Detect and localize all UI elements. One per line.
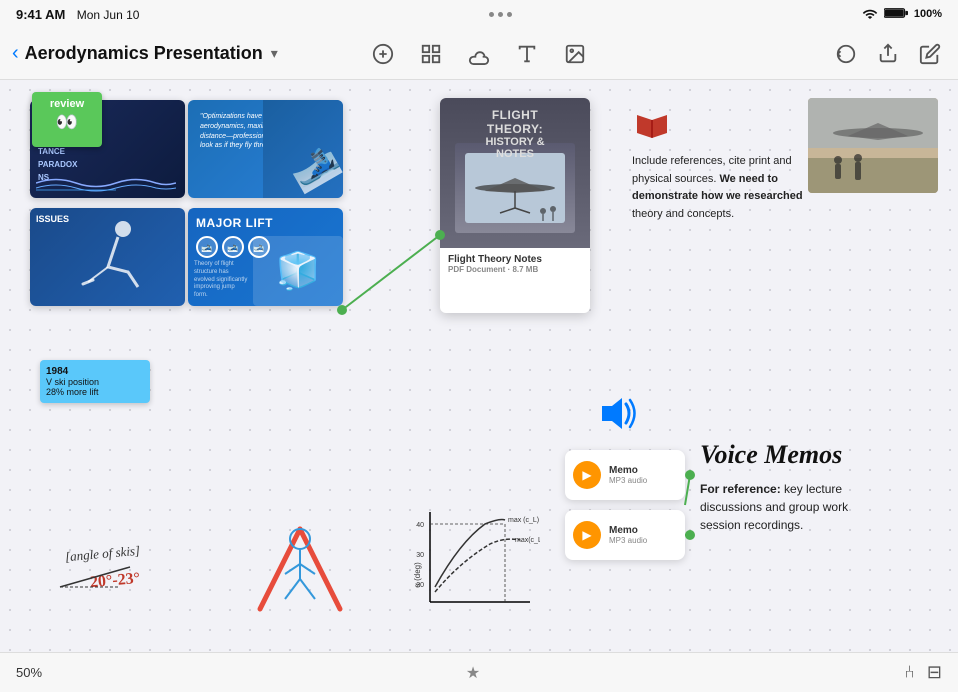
- bottom-right-icons: ⑃ ⊟: [904, 662, 942, 683]
- ski-jumper-icon: [68, 217, 148, 297]
- svg-text:30: 30: [416, 552, 424, 559]
- sticky-review[interactable]: review 👀: [32, 92, 102, 147]
- hierarchy-icon[interactable]: ⑃: [904, 662, 915, 683]
- ref-text: Include references, cite print and physi…: [632, 153, 808, 223]
- glider-svg: [465, 153, 565, 223]
- bottom-bar: 50% ★ ⑃ ⊟: [0, 652, 958, 692]
- memo2-info: Memo MP3 audio: [609, 525, 647, 545]
- back-button[interactable]: ‹: [12, 42, 19, 65]
- status-center: [489, 12, 512, 17]
- battery-icon: [884, 7, 908, 22]
- toolbar-left: ‹ Aerodynamics Presentation ▾: [12, 42, 318, 65]
- angle-graph: α (deg) 40 30 20 max (c_L) max(c_L/c_D): [410, 502, 540, 632]
- voice-memos-title: Voice Memos: [700, 440, 842, 470]
- title-chevron-icon[interactable]: ▾: [271, 45, 278, 62]
- memo-card-1[interactable]: ▶ Memo MP3 audio: [565, 450, 685, 500]
- voice-memos-description: For reference: key lecture discussions a…: [700, 480, 890, 534]
- status-bar: 9:41 AM Mon Jun 10 100%: [0, 0, 958, 28]
- memo-card-2[interactable]: ▶ Memo MP3 audio: [565, 510, 685, 560]
- speaker-icon: [600, 396, 640, 439]
- wifi-icon: [862, 7, 878, 22]
- slide4-content: MAJOR LIFT 🎿 🎿 🎿 🧊 Theory of flight stru…: [188, 208, 343, 306]
- memo1-play-button[interactable]: ▶: [573, 461, 601, 489]
- cloud-upload-button[interactable]: [463, 38, 495, 70]
- glider-photo: [808, 98, 938, 193]
- status-time-date: 9:41 AM Mon Jun 10: [16, 7, 139, 22]
- toolbar-right: [640, 38, 946, 70]
- share-button[interactable]: [872, 38, 904, 70]
- flight-theory-cover: FLIGHT THEORY: HISTORY & NOTES: [440, 98, 590, 248]
- historical-glider-photo: [808, 98, 938, 193]
- open-book-icon: [632, 110, 672, 140]
- ski-drawing: [235, 519, 365, 614]
- reference-note: Include references, cite print and physi…: [620, 98, 820, 235]
- edit-button[interactable]: [914, 38, 946, 70]
- canvas: NS DYNAMICS N SKIS TANCE PARADOX NS "Opt…: [0, 80, 958, 652]
- status-right-icons: 100%: [862, 7, 942, 22]
- slide-ski-jumper[interactable]: ISSUES: [30, 208, 185, 306]
- document-title: Aerodynamics Presentation: [25, 43, 263, 64]
- sticky-review-label: review: [50, 98, 84, 110]
- image-tool-button[interactable]: [559, 38, 591, 70]
- flight-theory-card[interactable]: FLIGHT THEORY: HISTORY & NOTES: [440, 98, 590, 313]
- audio-speaker-icon: [600, 396, 640, 431]
- draw-tool-button[interactable]: [367, 38, 399, 70]
- annotation-ski-angle: [angle of skis]: [64, 543, 140, 565]
- star-icon: ★: [466, 663, 480, 683]
- wave-decoration: [36, 174, 176, 192]
- toolbar-center: [326, 38, 632, 70]
- zoom-level[interactable]: 50%: [16, 665, 42, 680]
- annotation-degree: 20°-23°: [89, 570, 141, 592]
- slide-quote[interactable]: "Optimizations have allowed for increase…: [188, 100, 343, 198]
- slide3-label: ISSUES: [36, 214, 69, 224]
- graph-svg: α (deg) 40 30 20 max (c_L) max(c_L/c_D): [410, 502, 540, 632]
- svg-text:40: 40: [416, 522, 424, 529]
- svg-text:max(c_L/c_D): max(c_L/c_D): [515, 537, 540, 544]
- flight-theory-filename: Flight Theory Notes: [448, 254, 582, 265]
- memo1-info: Memo MP3 audio: [609, 465, 647, 485]
- grid-view-button[interactable]: [415, 38, 447, 70]
- book-icon: [632, 110, 808, 145]
- sticky-ski-info[interactable]: 1984 V ski position 28% more lift: [40, 360, 150, 403]
- flight-theory-meta: Flight Theory Notes PDF Document · 8.7 M…: [440, 248, 590, 280]
- memo2-play-button[interactable]: ▶: [573, 521, 601, 549]
- sticky-review-emoji: 👀: [56, 112, 78, 133]
- history-button[interactable]: [830, 38, 862, 70]
- svg-text:20: 20: [416, 582, 424, 589]
- grid-bottom-icon[interactable]: ⊟: [927, 662, 942, 683]
- flight-theory-size: PDF Document · 8.7 MB: [448, 265, 582, 274]
- svg-text:max (c_L): max (c_L): [508, 517, 539, 524]
- text-tool-button[interactable]: [511, 38, 543, 70]
- slide-major-lift[interactable]: MAJOR LIFT 🎿 🎿 🎿 🧊 Theory of flight stru…: [188, 208, 343, 306]
- toolbar: ‹ Aerodynamics Presentation ▾: [0, 28, 958, 80]
- ski-svg: [235, 519, 365, 614]
